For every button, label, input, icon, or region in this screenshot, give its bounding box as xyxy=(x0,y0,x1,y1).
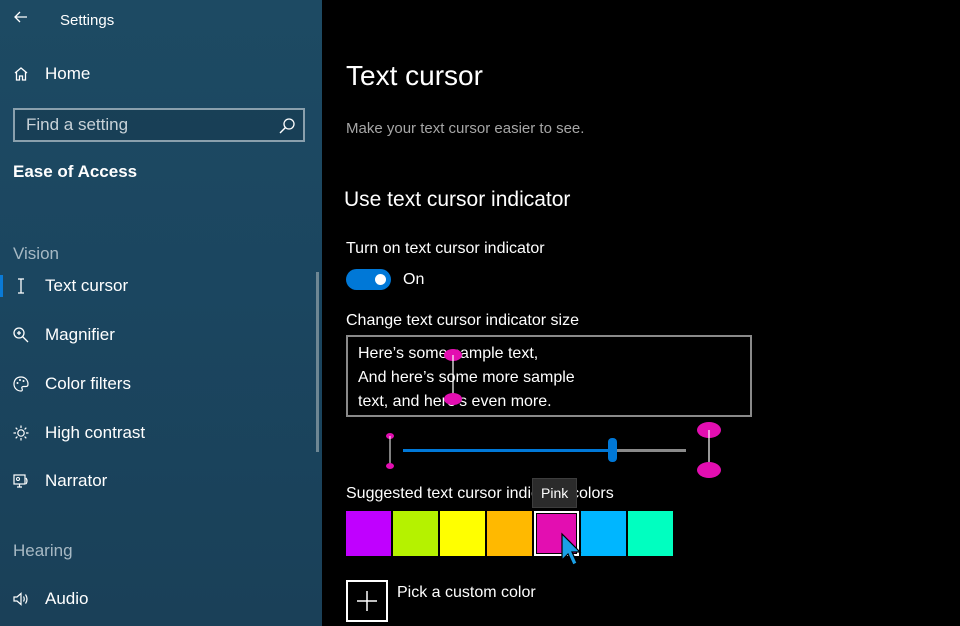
pick-custom-color-button[interactable] xyxy=(346,580,388,622)
toggle-state-text: On xyxy=(403,271,425,288)
page-description: Make your text cursor easier to see. xyxy=(346,120,585,137)
swatch-purple[interactable] xyxy=(346,511,391,556)
plus-icon xyxy=(357,591,377,611)
sidebar-item-audio[interactable]: Audio xyxy=(0,581,318,617)
narrator-icon xyxy=(12,472,30,490)
toggle-label: Turn on text cursor indicator xyxy=(346,240,545,257)
sidebar-item-high-contrast[interactable]: High contrast xyxy=(0,415,318,451)
section-title: Ease of Access xyxy=(13,162,138,181)
home-link[interactable]: Home xyxy=(0,56,318,92)
swatch-blue[interactable] xyxy=(581,511,626,556)
sidebar-item-label: Magnifier xyxy=(45,325,115,344)
title-bar: Settings xyxy=(0,0,322,40)
small-size-icon xyxy=(386,433,394,469)
size-label: Change text cursor indicator size xyxy=(346,312,579,329)
sidebar-item-magnifier[interactable]: Magnifier xyxy=(0,317,318,353)
toggle-knob xyxy=(375,274,386,285)
main-content: Text cursor Make your text cursor easier… xyxy=(322,0,960,626)
sidebar-item-color-filters[interactable]: Color filters xyxy=(0,366,318,402)
back-button[interactable] xyxy=(10,6,32,28)
sidebar-item-label: Text cursor xyxy=(45,276,129,295)
text-cursor-indicator-toggle[interactable] xyxy=(346,269,391,290)
color-tooltip: Pink xyxy=(532,478,578,508)
mouse-pointer-icon xyxy=(561,532,582,566)
sidebar-item-label: Audio xyxy=(45,589,89,608)
app-title: Settings xyxy=(60,12,115,29)
search-icon[interactable] xyxy=(277,116,297,136)
custom-color-label[interactable]: Pick a custom color xyxy=(397,584,536,602)
search-box[interactable] xyxy=(13,108,305,142)
home-icon xyxy=(12,65,30,83)
sidebar-item-label: Narrator xyxy=(45,471,108,490)
audio-icon xyxy=(12,590,30,608)
sample-text-line-2: And here’s some more sample xyxy=(358,369,575,386)
group-label-hearing: Hearing xyxy=(13,541,73,560)
search-input[interactable] xyxy=(15,110,303,140)
sidebar-item-narrator[interactable]: Narrator xyxy=(0,463,318,499)
size-slider-fill xyxy=(403,449,612,452)
large-size-icon xyxy=(697,422,721,478)
swatch-yellow[interactable] xyxy=(440,511,485,556)
size-slider-thumb[interactable] xyxy=(608,438,617,462)
page-title: Text cursor xyxy=(346,60,483,91)
swatch-lime[interactable] xyxy=(393,511,438,556)
indicator-heading: Use text cursor indicator xyxy=(344,188,571,211)
cursor-indicator-preview-icon xyxy=(444,349,462,405)
home-label: Home xyxy=(45,64,91,83)
sample-text-preview: Here’s some sample text, And here’s some… xyxy=(346,335,752,417)
swatch-orange[interactable] xyxy=(487,511,532,556)
sidebar-item-text-cursor[interactable]: Text cursor xyxy=(0,268,318,304)
back-arrow-icon xyxy=(14,11,27,23)
sidebar-item-label: High contrast xyxy=(45,423,146,442)
high-contrast-icon xyxy=(12,424,30,442)
swatch-teal[interactable] xyxy=(628,511,673,556)
magnifier-icon xyxy=(12,326,30,344)
group-label-vision: Vision xyxy=(13,244,59,263)
sidebar: Settings Home Ease of Access Vision Text… xyxy=(0,0,322,626)
color-filters-icon xyxy=(12,375,30,393)
sidebar-item-label: Color filters xyxy=(45,374,131,393)
text-cursor-icon xyxy=(12,277,30,295)
